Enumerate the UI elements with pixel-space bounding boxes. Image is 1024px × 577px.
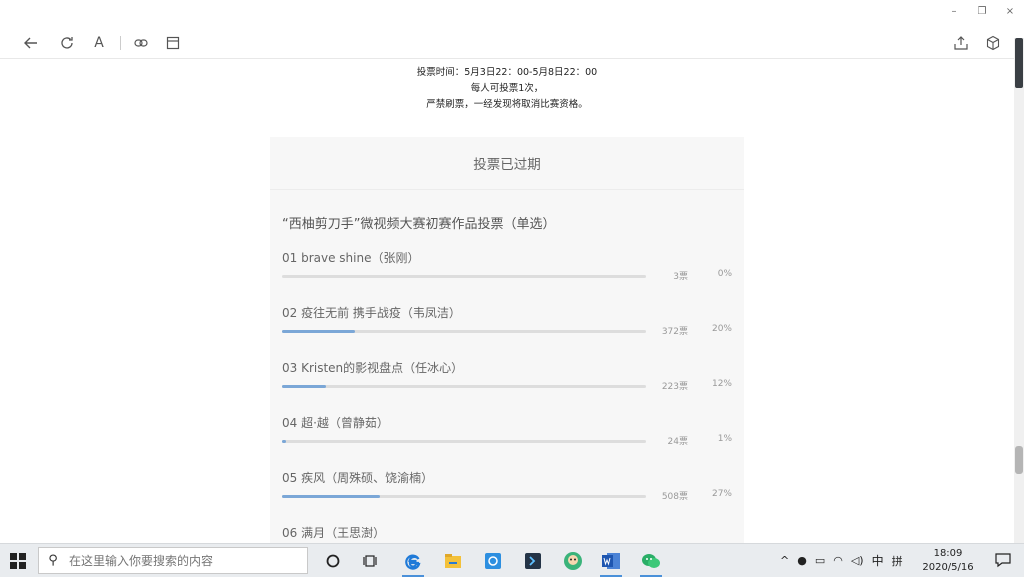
vote-limit-text: 每人可投票1次， xyxy=(470,83,544,94)
option-bar-fill xyxy=(282,495,381,498)
close-button[interactable]: × xyxy=(996,0,1024,22)
option-votes: 508票 xyxy=(661,492,688,502)
cortana-icon[interactable] xyxy=(320,548,346,574)
edge-browser-icon[interactable] xyxy=(400,548,426,577)
vote-notes: 投票时间：5月3日22：00-5月8日22：00 每人可投票1次， 严禁刷票，一… xyxy=(0,65,1014,113)
option-bar-track xyxy=(282,385,646,388)
clock-date: 2020/5/16 xyxy=(922,562,974,573)
poll-option: 02 疫往无前 携手战疫（韦凤洁） 372票 20% xyxy=(282,304,732,354)
poll-option: 04 超·越（曾静茹） 24票 1% xyxy=(282,414,732,464)
share-icon[interactable] xyxy=(952,34,970,52)
option-label: 02 疫往无前 携手战疫（韦凤洁） xyxy=(282,306,461,320)
option-percent: 20% xyxy=(711,324,732,334)
poll-option: 05 疾风（周殊硕、饶渝楠） 508票 27% xyxy=(282,469,732,519)
cube-icon[interactable] xyxy=(984,34,1002,52)
option-label: 04 超·越（曾静茹） xyxy=(282,416,389,430)
scrollbar-top-widget[interactable] xyxy=(1015,38,1023,88)
page-scrollbar[interactable] xyxy=(1014,38,1024,543)
option-label: 06 满月（王思澍） xyxy=(282,526,386,540)
ime-language[interactable]: 中 xyxy=(872,552,884,569)
tray-expand-icon[interactable]: ^ xyxy=(780,554,789,567)
windows-taskbar: ⚲ ^ ● ▭ ◠ ◁) 中 拼 18:09 2020/5/16 xyxy=(0,543,1024,577)
taskbar-search-input[interactable] xyxy=(67,552,301,569)
poll-option: 01 brave shine（张刚） 3票 0% xyxy=(282,249,732,299)
option-bar-fill xyxy=(282,330,355,333)
photo-app-icon[interactable] xyxy=(480,548,506,574)
option-votes: 3票 xyxy=(673,272,688,282)
option-label: 03 Kristen的影视盘点（任冰心） xyxy=(282,361,464,375)
option-votes: 223票 xyxy=(661,382,688,392)
windows-start-icon[interactable] xyxy=(10,553,26,569)
option-bar-fill xyxy=(282,440,286,443)
minimize-button[interactable]: – xyxy=(940,0,968,22)
terminal-app-icon[interactable] xyxy=(520,548,546,574)
window-layout-icon[interactable] xyxy=(164,34,182,52)
window-controls: – ❐ × xyxy=(940,0,1024,22)
qq-icon[interactable]: ● xyxy=(797,554,807,567)
refresh-icon[interactable] xyxy=(58,34,76,52)
scrollbar-thumb[interactable] xyxy=(1015,446,1023,474)
back-arrow-icon[interactable] xyxy=(22,34,40,52)
system-tray: ^ ● ▭ ◠ ◁) 中 拼 xyxy=(780,544,920,577)
option-label: 01 brave shine（张刚） xyxy=(282,251,420,265)
option-votes: 24票 xyxy=(667,437,688,447)
option-votes: 372票 xyxy=(661,327,688,337)
restore-button[interactable]: ❐ xyxy=(968,0,996,22)
wifi-icon[interactable]: ◠ xyxy=(833,554,843,567)
clock-time: 18:09 xyxy=(933,548,963,559)
poll-option: 03 Kristen的影视盘点（任冰心） 223票 12% xyxy=(282,359,732,409)
option-bar-track xyxy=(282,275,646,278)
option-percent: 12% xyxy=(711,379,732,389)
file-explorer-icon[interactable] xyxy=(440,548,466,574)
option-label: 05 疾风（周殊硕、饶渝楠） xyxy=(282,471,434,485)
taskbar-clock[interactable]: 18:09 2020/5/16 xyxy=(918,547,978,575)
vote-rule-text: 严禁刷票，一经发现将取消比赛资格。 xyxy=(426,99,588,110)
page-content: 投票时间：5月3日22：00-5月8日22：00 每人可投票1次， 严禁刷票，一… xyxy=(0,59,1014,543)
option-bar-track xyxy=(282,495,646,498)
toolbar-separator xyxy=(120,36,121,50)
option-percent: 27% xyxy=(711,489,732,499)
option-bar-fill xyxy=(282,385,326,388)
ime-mode[interactable]: 拼 xyxy=(892,553,903,569)
vote-time-text: 投票时间：5月3日22：00-5月8日22：00 xyxy=(416,67,598,78)
poll-option: 06 满月（王思澍） xyxy=(282,524,732,543)
notification-icon[interactable] xyxy=(994,552,1012,568)
option-percent: 0% xyxy=(717,269,732,279)
volume-icon[interactable]: ◁) xyxy=(851,554,864,567)
poll-title: “西柚剪刀手”微视频大赛初赛作品投票（单选） xyxy=(282,217,556,232)
link-icon[interactable] xyxy=(132,34,150,52)
font-size-button[interactable]: A xyxy=(90,34,108,52)
avatar-app-icon[interactable] xyxy=(560,548,586,574)
poll-card: 投票已过期 “西柚剪刀手”微视频大赛初赛作品投票（单选） 01 brave sh… xyxy=(270,137,744,543)
reader-toolbar: A xyxy=(0,28,1024,58)
poll-status: 投票已过期 xyxy=(270,137,744,190)
word-app-icon[interactable] xyxy=(598,548,624,577)
wechat-icon[interactable] xyxy=(638,548,664,577)
task-view-icon[interactable] xyxy=(358,548,384,574)
battery-icon[interactable]: ▭ xyxy=(815,554,825,567)
option-bar-track xyxy=(282,330,646,333)
search-icon: ⚲ xyxy=(48,553,58,568)
option-percent: 1% xyxy=(717,434,732,444)
taskbar-search[interactable]: ⚲ xyxy=(38,547,308,574)
option-bar-track xyxy=(282,440,646,443)
